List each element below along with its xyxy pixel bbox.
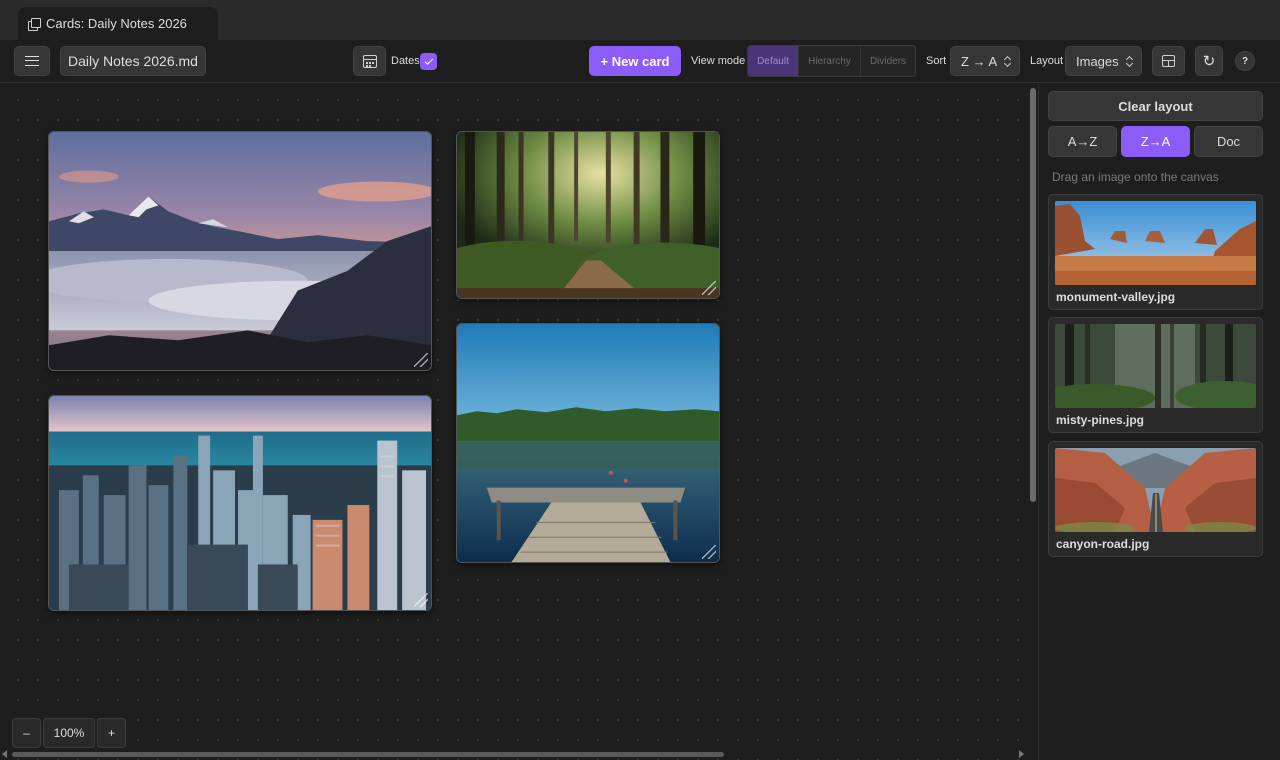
image-card-forest[interactable] [456,131,720,299]
toolbar: Daily Notes 2026.md Dates + New card Vie… [0,40,1280,83]
checkmark-icon [424,55,433,65]
image-thumbnail-misty-pines[interactable]: misty-pines.jpg [1048,317,1263,433]
layout-label: Layout [1030,55,1064,67]
mountain-sunset-image [49,132,431,370]
calendar-icon [362,54,377,68]
tab-cards-daily-notes[interactable]: Cards: Daily Notes 2026 [18,7,218,40]
view-mode-label: View mode [691,55,746,67]
image-card-lake-dock[interactable] [456,323,720,563]
drag-hint: Drag an image onto the canvas [1052,170,1219,184]
dates-label: Dates [391,55,420,67]
tab-bar: Cards: Daily Notes 2026 [0,0,1280,40]
menu-button[interactable] [14,46,50,76]
file-name-button[interactable]: Daily Notes 2026.md [60,46,206,76]
resize-handle[interactable] [702,281,716,295]
horizontal-scrollbar[interactable] [12,752,724,757]
image-card-mountains[interactable] [48,131,432,371]
sort-select[interactable]: Z → A [950,46,1020,76]
view-mode-default[interactable]: Default [748,46,799,76]
toggle-panel-button[interactable] [1152,46,1185,76]
refresh-button[interactable]: ↻ [1195,46,1223,76]
dates-checkbox[interactable] [420,53,437,70]
zoom-out-button[interactable]: – [12,718,41,748]
sort-z-a-button[interactable]: Z→A [1121,126,1190,157]
resize-handle[interactable] [414,593,428,607]
image-thumbnail-monument-valley[interactable]: monument-valley.jpg [1048,194,1263,310]
resize-handle[interactable] [414,353,428,367]
copy-icon [28,17,41,31]
forest-path-image [457,132,719,298]
resize-handle[interactable] [702,545,716,559]
thumbnail-name: canyon-road.jpg [1056,537,1150,551]
tab-title: Cards: Daily Notes 2026 [46,16,187,31]
scroll-right-arrow-icon[interactable] [1019,750,1024,758]
layout-panel-icon [1162,55,1175,67]
view-mode-dividers[interactable]: Dividers [861,46,915,76]
sort-doc-button[interactable]: Doc [1194,126,1263,157]
monument-valley-image [1055,201,1256,285]
updown-chevron-icon [1127,56,1133,67]
updown-chevron-icon [1005,56,1011,67]
image-sidebar: Clear layout A→Z Z→A Doc Drag an image o… [1038,84,1280,760]
help-button[interactable]: ? [1235,51,1255,71]
help-icon: ? [1241,55,1249,67]
layout-select-value: Images [1076,53,1119,69]
image-thumbnail-canyon-road[interactable]: canyon-road.jpg [1048,441,1263,557]
clear-layout-button[interactable]: Clear layout [1048,91,1263,121]
view-mode-hierarchy[interactable]: Hierarchy [799,46,861,76]
canyon-road-image [1055,448,1256,532]
layout-select[interactable]: Images [1065,46,1142,76]
city-skyline-image [49,396,431,610]
new-card-button[interactable]: + New card [589,46,681,76]
sort-label: Sort [926,55,947,67]
scroll-left-arrow-icon[interactable] [2,750,7,758]
card-canvas[interactable]: – 100% + [0,84,1030,760]
zoom-in-button[interactable]: + [97,718,126,748]
sort-a-z-button[interactable]: A→Z [1048,126,1117,157]
view-mode-segmented-control: Default Hierarchy Dividers [747,45,916,77]
image-card-city[interactable] [48,395,432,611]
vertical-scrollbar[interactable] [1030,88,1036,502]
thumbnail-name: misty-pines.jpg [1056,413,1145,427]
calendar-button[interactable] [353,46,386,76]
refresh-icon: ↻ [1202,53,1216,70]
misty-pines-image [1055,324,1256,408]
sort-select-value: Z → A [961,53,998,69]
lake-dock-image [457,324,719,562]
zoom-level[interactable]: 100% [43,718,95,748]
thumbnail-name: monument-valley.jpg [1056,290,1176,304]
hamburger-icon [25,56,39,66]
